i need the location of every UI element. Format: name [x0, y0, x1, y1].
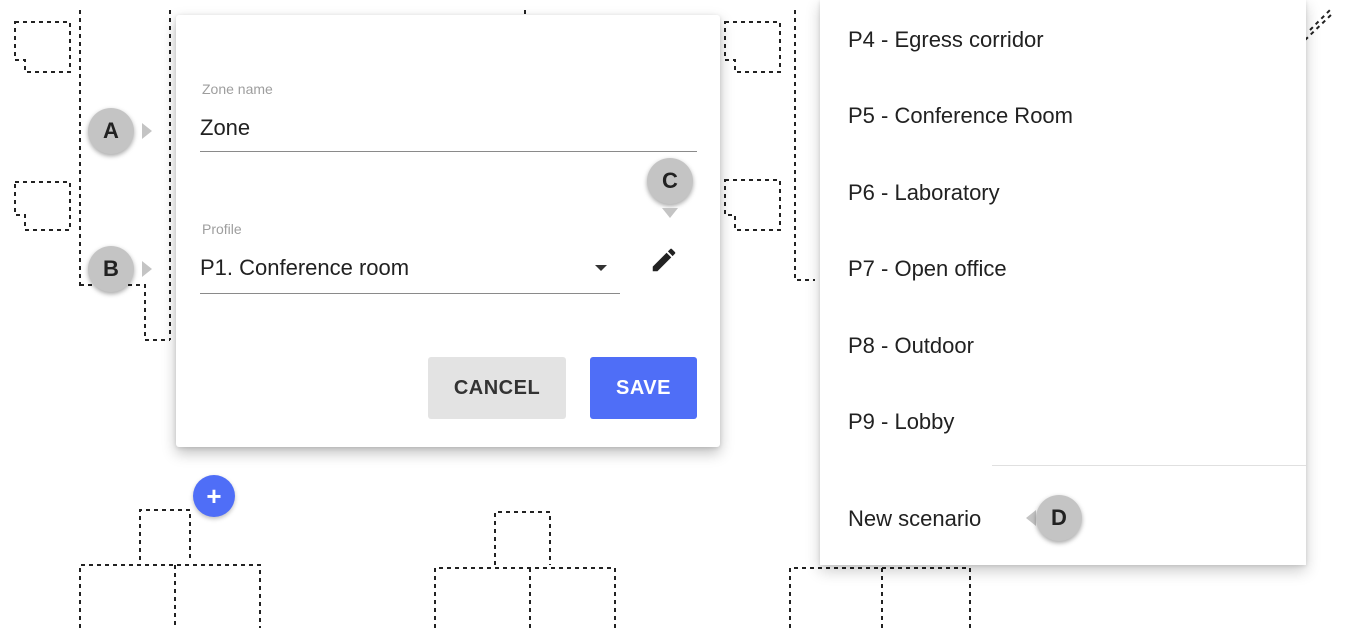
new-scenario-item[interactable]: New scenario — [848, 506, 981, 532]
add-zone-button[interactable]: + — [193, 475, 235, 517]
plan-room — [14, 21, 71, 73]
marker-c-label: C — [662, 168, 678, 193]
save-button[interactable]: SAVE — [590, 357, 697, 419]
menu-item-p8[interactable]: P8 - Outdoor — [848, 333, 974, 359]
profile-label: Profile — [202, 221, 242, 237]
menu-item-p7[interactable]: P7 - Open office — [848, 256, 1007, 282]
callout-marker-b: B — [88, 246, 134, 292]
marker-c-pointer — [662, 208, 678, 218]
menu-item-p9[interactable]: P9 - Lobby — [848, 409, 954, 435]
marker-d-label: D — [1051, 505, 1067, 530]
pencil-icon[interactable] — [649, 245, 679, 275]
menu-divider — [992, 465, 1306, 466]
marker-a-pointer — [142, 123, 152, 139]
plus-icon: + — [206, 480, 222, 511]
menu-item-p6[interactable]: P6 - Laboratory — [848, 180, 1000, 206]
menu-item-p5[interactable]: P5 - Conference Room — [848, 103, 1073, 129]
profile-menu: P4 - Egress corridor P5 - Conference Roo… — [820, 0, 1306, 565]
zone-name-label: Zone name — [202, 81, 273, 97]
profile-underline — [200, 293, 620, 294]
zone-name-input[interactable]: Zone — [200, 115, 250, 141]
marker-a-label: A — [103, 118, 119, 143]
callout-marker-d: D — [1036, 495, 1082, 541]
plan-room — [14, 181, 71, 231]
callout-marker-c: C — [647, 158, 693, 204]
callout-marker-a: A — [88, 108, 134, 154]
marker-b-pointer — [142, 261, 152, 277]
marker-b-label: B — [103, 256, 119, 281]
menu-item-p4[interactable]: P4 - Egress corridor — [848, 27, 1044, 53]
marker-d-pointer — [1026, 510, 1036, 526]
cancel-button[interactable]: CANCEL — [428, 357, 566, 419]
chevron-down-icon[interactable] — [595, 265, 607, 271]
profile-select[interactable]: P1. Conference room — [200, 255, 409, 281]
zone-name-underline — [200, 151, 697, 152]
